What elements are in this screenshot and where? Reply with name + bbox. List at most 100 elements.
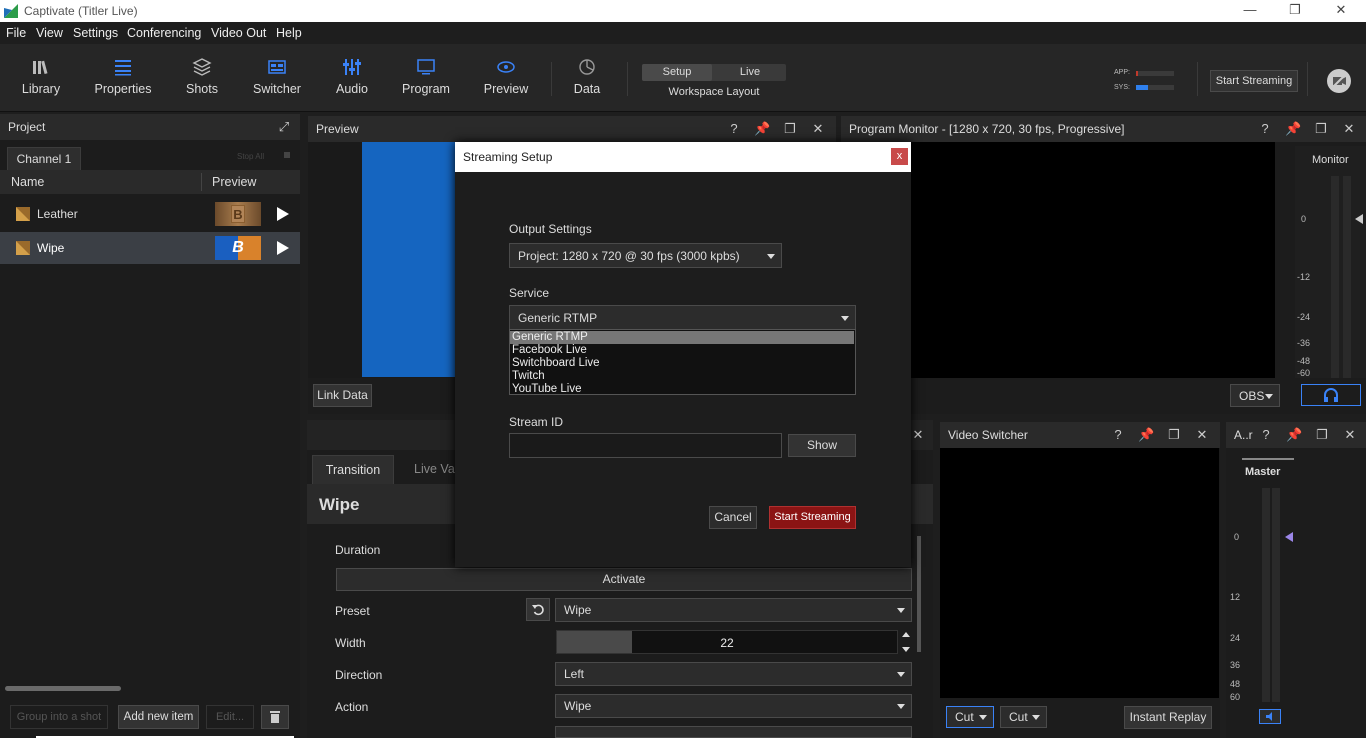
group-into-shot-button[interactable]: Group into a shot — [10, 705, 108, 729]
list-item-selected[interactable]: Wipe B — [0, 232, 300, 264]
pin-icon[interactable]: 📌 — [1285, 121, 1301, 137]
chevron-down-icon — [841, 315, 849, 321]
service-option[interactable]: Generic RTMP — [510, 331, 854, 344]
stop-all-button[interactable]: Stop All — [237, 152, 264, 161]
next-dropdown[interactable] — [555, 726, 912, 738]
float-icon[interactable]: ❐ — [782, 121, 798, 137]
obs-dropdown[interactable]: OBS — [1230, 384, 1280, 407]
workspace-setup-button[interactable]: Setup — [642, 64, 712, 81]
menu-settings[interactable]: Settings — [73, 26, 118, 40]
horizontal-scrollbar[interactable] — [5, 686, 121, 691]
meter-tick: 48 — [1230, 679, 1241, 689]
dialog-header: Streaming Setup x — [455, 142, 911, 172]
chevron-down-icon — [897, 672, 905, 677]
restore-icon[interactable]: ❐ — [1283, 2, 1307, 20]
list-icon — [115, 60, 131, 76]
delete-button[interactable] — [261, 705, 289, 729]
toolbar-data[interactable]: Data — [566, 44, 608, 112]
stop-icon[interactable] — [284, 152, 290, 158]
menu-video-out[interactable]: Video Out — [211, 26, 266, 40]
dialog-close-button[interactable]: x — [891, 148, 908, 165]
meter-tick: -24 — [1297, 312, 1311, 322]
sliders-icon — [343, 59, 361, 75]
toolbar-audio[interactable]: Audio — [328, 44, 376, 112]
close-icon[interactable]: ✕ — [1329, 2, 1353, 20]
output-settings-dropdown[interactable]: Project: 1280 x 720 @ 30 fps (3000 kpbs) — [509, 243, 782, 268]
play-icon[interactable] — [276, 240, 290, 256]
cut-dropdown-2[interactable]: Cut — [1000, 706, 1047, 728]
close-icon[interactable]: ✕ — [910, 427, 926, 443]
toolbar-library[interactable]: Library — [12, 44, 70, 112]
toolbar-switcher[interactable]: Switcher — [248, 44, 306, 112]
toolbar-shots[interactable]: Shots — [176, 44, 228, 112]
show-button[interactable]: Show — [788, 434, 856, 457]
chevron-down-icon — [1032, 715, 1040, 720]
toolbar-preview[interactable]: Preview — [478, 44, 534, 112]
service-option[interactable]: Twitch — [512, 370, 545, 383]
add-new-item-button[interactable]: Add new item — [118, 705, 199, 729]
action-label: Action — [335, 700, 369, 714]
title-item-icon — [16, 241, 30, 255]
preview-header: Preview ? 📌 ❐ ✕ — [308, 116, 836, 142]
width-stepper[interactable] — [901, 630, 913, 654]
menu-conferencing[interactable]: Conferencing — [127, 26, 201, 40]
undo-icon — [531, 604, 544, 616]
chevron-down-icon — [979, 715, 987, 720]
pin-icon[interactable]: 📌 — [754, 121, 770, 137]
service-option[interactable]: YouTube Live — [512, 383, 581, 396]
toolbar-program[interactable]: Program — [396, 44, 456, 112]
level-marker-icon[interactable] — [1285, 532, 1293, 542]
action-dropdown[interactable]: Wipe — [555, 694, 912, 718]
menu-bar: File View Settings Conferencing Video Ou… — [0, 22, 1366, 44]
tab-transition[interactable]: Transition — [312, 455, 394, 484]
close-icon[interactable]: ✕ — [1194, 427, 1210, 443]
service-option[interactable]: Switchboard Live — [512, 357, 600, 370]
vertical-scrollbar[interactable] — [917, 536, 921, 652]
start-streaming-toolbar-button[interactable]: Start Streaming — [1210, 70, 1298, 92]
cancel-button[interactable]: Cancel — [709, 506, 757, 529]
float-icon[interactable]: ❐ — [1314, 427, 1330, 443]
close-icon[interactable]: ✕ — [1342, 427, 1358, 443]
float-icon[interactable]: ❐ — [1166, 427, 1182, 443]
close-icon[interactable]: ✕ — [810, 121, 826, 137]
level-marker-icon[interactable] — [1355, 214, 1363, 224]
cut-dropdown-1[interactable]: Cut — [946, 706, 994, 728]
tab-live-values[interactable]: Live Va — [414, 462, 455, 476]
menu-file[interactable]: File — [6, 26, 26, 40]
help-icon[interactable]: ? — [1110, 427, 1126, 443]
menu-help[interactable]: Help — [276, 26, 302, 40]
collapse-icon[interactable]: ⤢ — [276, 119, 292, 135]
pin-icon[interactable]: 📌 — [1286, 427, 1302, 443]
width-slider[interactable]: 22 — [556, 630, 898, 654]
help-icon[interactable]: ? — [726, 121, 742, 137]
help-icon[interactable]: ? — [1258, 427, 1274, 443]
activate-button[interactable]: Activate — [336, 568, 912, 591]
link-data-button[interactable]: Link Data — [313, 384, 372, 407]
camera-off-icon[interactable] — [1327, 69, 1351, 93]
minimize-icon[interactable]: — — [1238, 2, 1262, 20]
pin-icon[interactable]: 📌 — [1138, 427, 1154, 443]
service-option[interactable]: Facebook Live — [512, 344, 587, 357]
direction-dropdown[interactable]: Left — [555, 662, 912, 686]
list-item[interactable]: Leather B — [0, 198, 300, 230]
toolbar-properties[interactable]: Properties — [88, 44, 158, 112]
menu-view[interactable]: View — [36, 26, 63, 40]
chevron-down-icon — [767, 253, 775, 259]
start-streaming-button[interactable]: Start Streaming — [769, 506, 856, 529]
close-icon[interactable]: ✕ — [1341, 121, 1357, 137]
title-bar: Captivate (Titler Live) — ❐ ✕ — [0, 0, 1366, 22]
edit-button[interactable]: Edit... — [206, 705, 254, 729]
mute-button[interactable] — [1259, 709, 1281, 724]
help-icon[interactable]: ? — [1257, 121, 1273, 137]
stream-id-input[interactable] — [509, 433, 782, 458]
reset-preset-button[interactable] — [526, 598, 550, 621]
program-monitor-panel: Program Monitor - [1280 x 720, 30 fps, P… — [841, 116, 1366, 414]
instant-replay-button[interactable]: Instant Replay — [1124, 706, 1212, 729]
headphones-button[interactable] — [1301, 384, 1361, 406]
service-dropdown[interactable]: Generic RTMP — [509, 305, 856, 330]
play-icon[interactable] — [276, 206, 290, 222]
tab-channel-1[interactable]: Channel 1 — [7, 147, 81, 170]
workspace-live-button[interactable]: Live — [714, 64, 786, 81]
preset-dropdown[interactable]: Wipe — [555, 598, 912, 622]
float-icon[interactable]: ❐ — [1313, 121, 1329, 137]
